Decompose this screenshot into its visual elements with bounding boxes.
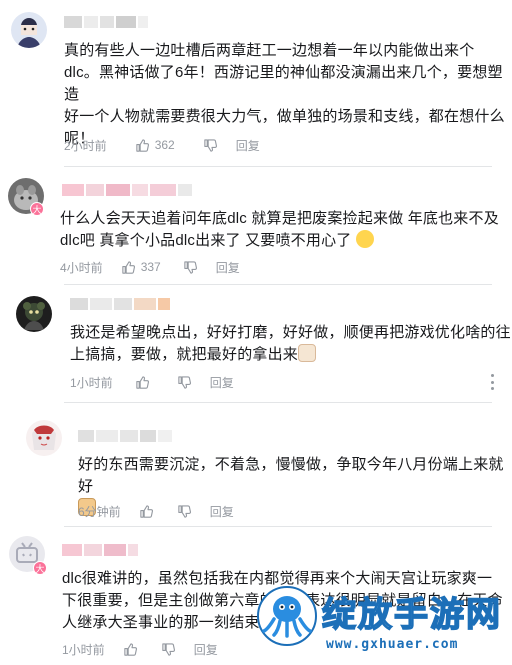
comment-meta: 6分钟前 回复 — [78, 503, 234, 519]
thumbs-down-icon — [161, 642, 176, 657]
divider — [64, 526, 492, 527]
username-blurred[interactable] — [64, 16, 150, 28]
like-button[interactable]: 362 — [135, 138, 175, 153]
timestamp: 1小时前 — [62, 642, 105, 657]
divider — [64, 166, 492, 167]
comment-item: 真的有些人一边吐槽后两章赶工一边想着一年以内能做出来个 dlc。黑神话做了6年！… — [0, 0, 512, 160]
thumbs-up-icon — [135, 375, 150, 390]
reply-button[interactable]: 回复 — [210, 374, 234, 391]
vip-badge-icon: 大 — [30, 202, 44, 216]
like-button[interactable] — [123, 642, 143, 657]
thumbs-down-icon — [177, 375, 192, 390]
emoji-icon — [298, 344, 317, 362]
username-blurred[interactable] — [78, 430, 174, 442]
reply-button[interactable]: 回复 — [210, 503, 234, 520]
divider — [64, 402, 492, 403]
comment-text: 我还是希望晚点出，好好打磨，好好做，顺便再把游戏优化啥的往 上搞搞，要做，就把最… — [70, 324, 511, 363]
thumbs-up-icon — [123, 642, 138, 657]
like-count: 362 — [154, 138, 175, 152]
comment-meta: 2小时前 362 回复 — [64, 137, 260, 153]
dislike-button[interactable] — [161, 642, 176, 657]
comment-meta: 1小时前 回复 — [70, 374, 234, 390]
more-vertical-icon[interactable] — [490, 374, 494, 390]
reply-button[interactable]: 回复 — [216, 259, 240, 276]
comment-meta: 1小时前 回复 — [62, 641, 218, 657]
reply-button[interactable]: 回复 — [236, 137, 260, 154]
timestamp: 6分钟前 — [78, 504, 121, 519]
thumbs-up-icon — [121, 260, 136, 275]
timestamp: 4小时前 — [60, 260, 103, 275]
comment-item: 大 什么人会天天追着问年底dlc 就算是把废案捡起来做 年底也来不及 dlc吧 … — [0, 170, 512, 280]
username-blurred[interactable] — [62, 184, 194, 196]
avatar[interactable] — [16, 296, 52, 332]
watermark-title: 绽放手游网 — [321, 594, 502, 636]
like-button[interactable] — [139, 504, 159, 519]
thumbs-up-icon — [135, 138, 150, 153]
username-blurred[interactable] — [62, 544, 140, 556]
thumbs-up-icon — [139, 504, 154, 519]
thumbs-down-icon — [183, 260, 198, 275]
username-blurred[interactable] — [70, 298, 172, 310]
avatar[interactable] — [11, 12, 47, 48]
comment-meta: 4小时前 337 回复 — [60, 259, 240, 275]
dislike-button[interactable] — [177, 375, 192, 390]
watermark-url: www.gxhuaer.com — [326, 637, 459, 652]
avatar[interactable] — [26, 420, 62, 456]
like-button[interactable] — [135, 375, 155, 390]
divider — [64, 284, 492, 285]
comment-item: 好的东西需要沉淀，不着急，慢慢做，争取今年八月份端上来就好 6分钟前 回复 — [0, 406, 512, 521]
vip-badge-icon: 大 — [33, 561, 47, 575]
comment-item: 我还是希望晚点出，好好打磨，好好做，顺便再把游戏优化啥的往 上搞搞，要做，就把最… — [0, 288, 512, 398]
emoji-icon — [355, 230, 374, 248]
site-watermark: 绽放手游网 www.gxhuaer.com — [256, 579, 506, 661]
comment-text: 什么人会天天追着问年底dlc 就算是把废案捡起来做 年底也来不及 dlc吧 真拿… — [60, 210, 499, 249]
comment-text: 真的有些人一边吐槽后两章赶工一边想着一年以内能做出来个 dlc。黑神话做了6年！… — [64, 42, 505, 147]
like-button[interactable]: 337 — [121, 260, 161, 275]
dislike-button[interactable] — [183, 260, 198, 275]
dislike-button[interactable] — [203, 138, 218, 153]
octopus-logo-icon — [257, 586, 317, 646]
dislike-button[interactable] — [177, 504, 192, 519]
reply-button[interactable]: 回复 — [194, 641, 218, 658]
timestamp: 1小时前 — [70, 375, 113, 390]
thumbs-down-icon — [203, 138, 218, 153]
like-count: 337 — [140, 260, 161, 274]
timestamp: 2小时前 — [64, 138, 107, 153]
thumbs-down-icon — [177, 504, 192, 519]
